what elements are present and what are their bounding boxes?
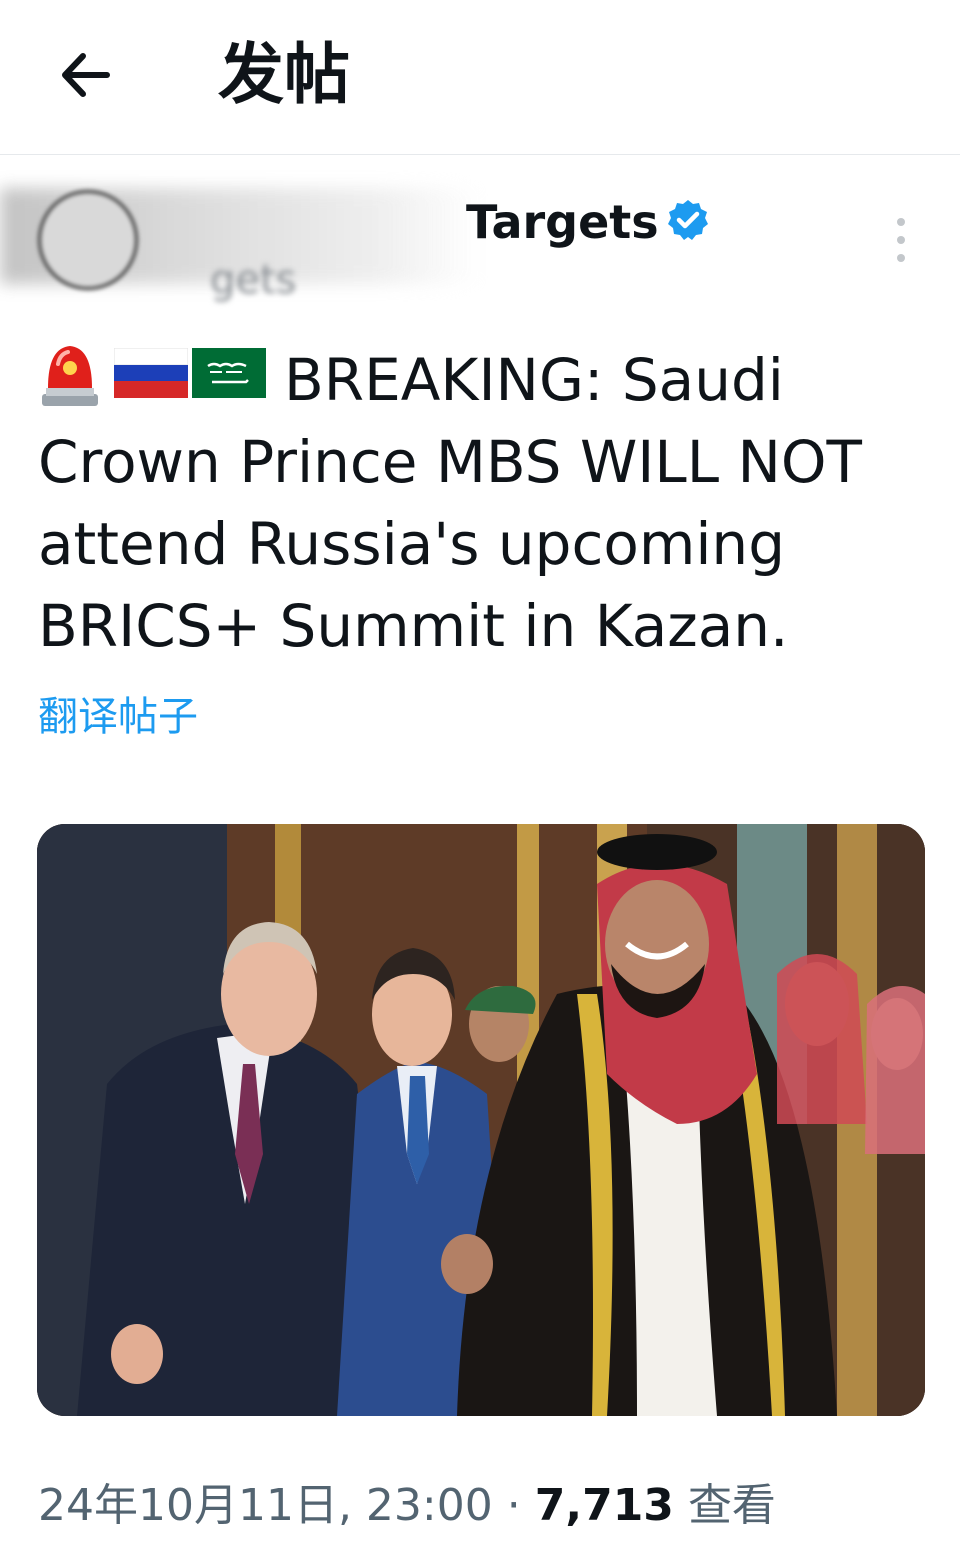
more-dot-icon xyxy=(897,218,905,226)
post-timestamp[interactable]: 24年10月11日, 23:00 xyxy=(38,1480,493,1531)
translate-post-link[interactable]: 翻译帖子 xyxy=(38,690,198,744)
author-row[interactable]: gets Targets xyxy=(0,178,960,308)
post-meta: 24年10月11日, 23:00 · 7,713 查看 xyxy=(38,1476,776,1536)
views-label: 查看 xyxy=(687,1480,776,1531)
author-name[interactable]: Targets xyxy=(466,192,659,252)
arrow-left-icon xyxy=(62,53,110,97)
back-button[interactable] xyxy=(50,40,120,110)
tweet-photo[interactable] xyxy=(37,824,925,1416)
more-dot-icon xyxy=(897,236,905,244)
avatar[interactable] xyxy=(38,190,138,290)
page-title: 发帖 xyxy=(218,36,350,113)
more-options-button[interactable] xyxy=(884,218,918,262)
author-handle[interactable]: gets xyxy=(210,260,297,300)
verified-badge-icon xyxy=(668,200,708,240)
russia-flag-icon xyxy=(114,348,188,398)
saudi-flag-icon xyxy=(192,348,266,398)
top-bar: 发帖 xyxy=(0,0,960,155)
meta-separator: · xyxy=(506,1480,521,1531)
police-light-icon xyxy=(42,346,98,406)
views-count[interactable]: 7,713 xyxy=(535,1480,674,1531)
emoji-group xyxy=(38,338,270,408)
photo-illustration xyxy=(37,824,925,1416)
more-dot-icon xyxy=(897,254,905,262)
tweet-text-block: BREAKING: Saudi Crown Prince MBS WILL NO… xyxy=(38,338,928,667)
